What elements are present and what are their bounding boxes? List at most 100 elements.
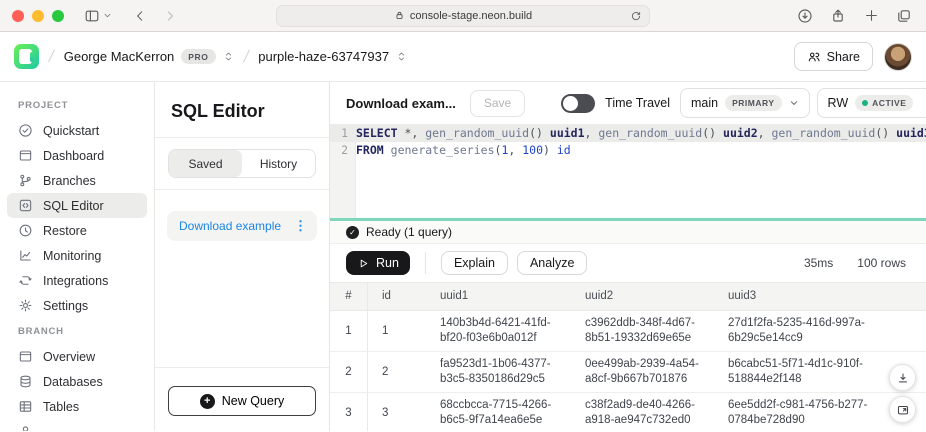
column-header-row-num: # [330, 283, 368, 310]
table-cell: 3 [368, 402, 430, 425]
window-icon [18, 349, 33, 364]
sidebar-item-databases[interactable]: Databases [7, 369, 147, 394]
table-icon [18, 399, 33, 414]
breadcrumb-separator: / [241, 47, 250, 67]
table-cell: 1 [330, 311, 368, 351]
expand-results-button[interactable] [889, 396, 916, 423]
sidebar-item-integrations[interactable]: Integrations [7, 268, 147, 293]
code-line[interactable]: 1SELECT *, gen_random_uuid() uuid1, gen_… [330, 125, 926, 142]
new-tab-icon[interactable] [859, 4, 883, 28]
panel-title: SQL Editor [155, 82, 329, 137]
play-icon [357, 257, 370, 270]
table-header-row: #iduuid1uuid2uuid3 [330, 282, 926, 311]
sidebar-item-label: Tables [43, 400, 79, 414]
account-selector[interactable]: George MacKerron PRO [64, 49, 234, 64]
sidebar-item-label: Overview [43, 350, 95, 364]
active-badge: ACTIVE [855, 95, 913, 111]
sidebar-item-partial[interactable] [7, 419, 147, 431]
column-header-uuid3: uuid3 [718, 285, 926, 308]
code-line[interactable]: 2FROM generate_series(1, 100) id [330, 142, 926, 159]
address-bar[interactable]: console-stage.neon.build [276, 5, 650, 27]
reload-icon[interactable] [630, 10, 642, 22]
new-query-label: New Query [222, 394, 285, 408]
sidebar-item-label: Quickstart [43, 124, 99, 138]
query-title: Download exam... [346, 96, 456, 111]
table-cell: c38f2ad9-de40-4266-a918-ae947c732ed0 [575, 394, 718, 431]
chart-icon [18, 248, 33, 263]
project-updown-icon [396, 51, 407, 62]
forward-button[interactable] [158, 4, 182, 28]
minimize-window-button[interactable] [32, 10, 44, 22]
save-button[interactable]: Save [470, 90, 525, 117]
sidebar-item-quickstart[interactable]: Quickstart [7, 118, 147, 143]
primary-badge: PRIMARY [725, 95, 781, 111]
tab-saved[interactable]: Saved [169, 150, 242, 177]
check-icon: ✓ [346, 226, 359, 239]
code-text: SELECT *, gen_random_uuid() uuid1, gen_r… [356, 125, 926, 142]
sidebar-item-label: Monitoring [43, 249, 101, 263]
download-results-button[interactable] [889, 364, 916, 391]
sidebar-item-label: Databases [43, 375, 103, 389]
table-row[interactable]: 3368ccbcca-7715-4266-b6c5-9f7a14ea6e5ec3… [330, 393, 926, 431]
sidebar-item-overview[interactable]: Overview [7, 344, 147, 369]
sidebar-section-label: BRANCH [0, 318, 154, 344]
sidebar-item-settings[interactable]: Settings [7, 293, 147, 318]
sidebar-item-sql-editor[interactable]: SQL Editor [7, 193, 147, 218]
lock-icon [394, 10, 405, 21]
table-cell: c3962ddb-348f-4d67-8b51-19332d69e65e [575, 312, 718, 350]
branch-value: main [691, 96, 718, 110]
account-name: George MacKerron [64, 49, 175, 64]
sidebar-item-restore[interactable]: Restore [7, 218, 147, 243]
compute-value: RW [828, 96, 849, 110]
table-row[interactable]: 11140b3b4d-6421-41fd-bf20-f03e6b0a012fc3… [330, 311, 926, 352]
people-icon [807, 50, 821, 64]
saved-history-tabs: SavedHistory [168, 149, 316, 178]
line-number: 2 [330, 142, 356, 159]
project-selector[interactable]: purple-haze-63747937 [258, 49, 407, 64]
user-avatar[interactable] [884, 43, 912, 71]
new-query-button[interactable]: + New Query [168, 386, 316, 416]
zoom-window-button[interactable] [52, 10, 64, 22]
back-button[interactable] [128, 4, 152, 28]
editor-main: Download exam... Save Time Travel main P… [330, 82, 926, 431]
table-cell: fa9523d1-1b06-4377-b3c5-8350186d29c5 [430, 353, 575, 391]
database-icon [18, 374, 33, 389]
window-controls [12, 10, 64, 22]
time-travel-toggle[interactable] [561, 94, 595, 113]
browser-chrome: console-stage.neon.build [0, 0, 926, 32]
branch-select[interactable]: main PRIMARY [680, 88, 810, 118]
sidebar-item-label: Integrations [43, 274, 108, 288]
query-status-bar: ✓ Ready (1 query) [330, 221, 926, 244]
project-name: purple-haze-63747937 [258, 49, 389, 64]
sidebar-item-monitoring[interactable]: Monitoring [7, 243, 147, 268]
chevron-down-icon[interactable] [100, 4, 114, 28]
person-icon [18, 424, 33, 431]
neon-logo[interactable] [14, 44, 39, 69]
table-row[interactable]: 22fa9523d1-1b06-4377-b3c5-8350186d29c50e… [330, 352, 926, 393]
compute-select[interactable]: RW ACTIVE [817, 88, 926, 118]
downloads-icon[interactable] [793, 4, 817, 28]
sidebar-item-tables[interactable]: Tables [7, 394, 147, 419]
query-duration: 35ms [804, 256, 833, 270]
plan-badge: PRO [181, 49, 215, 64]
table-cell: 0ee499ab-2939-4a54-a8cf-9b667b701876 [575, 353, 718, 391]
share-button[interactable]: Share [794, 42, 873, 71]
share-page-icon[interactable] [826, 4, 850, 28]
project-sidebar: PROJECTQuickstartDashboardBranchesSQL Ed… [0, 82, 155, 431]
sidebar-item-branches[interactable]: Branches [7, 168, 147, 193]
saved-query-item[interactable]: Download example ⋮ [167, 211, 317, 241]
tab-history[interactable]: History [242, 150, 315, 177]
divider [425, 252, 426, 274]
explain-button[interactable]: Explain [441, 251, 508, 275]
tab-overview-icon[interactable] [892, 4, 916, 28]
sidebar-item-dashboard[interactable]: Dashboard [7, 143, 147, 168]
kebab-menu-icon[interactable]: ⋮ [294, 218, 307, 234]
run-button[interactable]: Run [346, 251, 410, 275]
analyze-button[interactable]: Analyze [517, 251, 587, 275]
table-cell: 1 [368, 320, 430, 343]
sidebar-item-label: Dashboard [43, 149, 104, 163]
close-window-button[interactable] [12, 10, 24, 22]
table-cell: 3 [330, 393, 368, 431]
app-header: / George MacKerron PRO / purple-haze-637… [0, 32, 926, 82]
sql-code-editor[interactable]: 1SELECT *, gen_random_uuid() uuid1, gen_… [330, 125, 926, 218]
